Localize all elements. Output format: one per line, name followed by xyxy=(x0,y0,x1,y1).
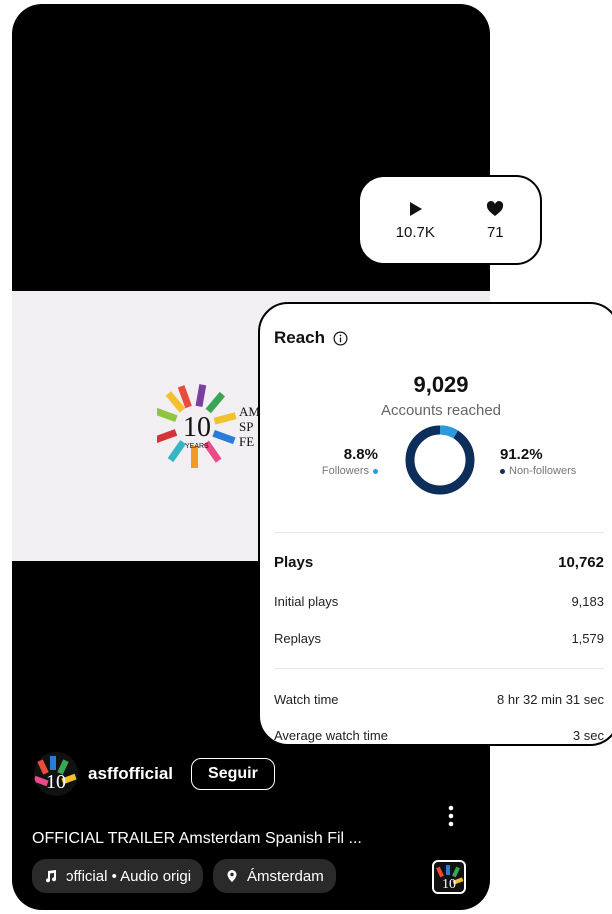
svg-text:10: 10 xyxy=(46,771,66,793)
reach-card: Reach 9,029 Accounts reached 8.8% Follow… xyxy=(258,302,612,746)
svg-text:FE: FE xyxy=(239,434,254,449)
info-icon[interactable] xyxy=(333,331,348,346)
plays-row: Plays 10,762 xyxy=(274,554,604,571)
location-pin-icon xyxy=(227,870,237,882)
watch-time-value: 8 hr 32 min 31 sec xyxy=(497,692,604,707)
author-name[interactable]: asffofficial xyxy=(88,764,173,784)
svg-text:YEARS: YEARS xyxy=(185,443,209,450)
likes-stat: 71 xyxy=(486,200,504,241)
reach-header: Reach xyxy=(274,328,348,348)
followers-legend: Followers xyxy=(322,465,378,477)
plays-label: Plays xyxy=(274,554,314,571)
reel-caption[interactable]: OFFICIAL TRAILER Amsterdam Spanish Fil .… xyxy=(32,830,362,848)
follow-button[interactable]: Seguir xyxy=(191,758,275,790)
music-note-icon xyxy=(46,870,57,883)
audio-chip-label: ɔfficial • Audio origi xyxy=(66,867,192,885)
audio-thumbnail[interactable]: 10 xyxy=(432,860,466,894)
replays-value: 1,579 xyxy=(571,631,604,646)
plays-count: 10.7K xyxy=(395,223,435,241)
divider xyxy=(274,668,604,669)
author-row: 10 asffofficial Seguir xyxy=(34,752,275,796)
author-avatar[interactable]: 10 xyxy=(34,752,78,796)
location-chip[interactable]: Ámsterdam xyxy=(213,859,336,893)
reel-chips: ɔfficial • Audio origi Ámsterdam xyxy=(32,859,336,893)
non-followers-pct: 91.2% xyxy=(500,446,543,463)
reach-donut-chart xyxy=(405,425,475,495)
followers-label: Followers xyxy=(321,465,369,477)
more-options-icon[interactable] xyxy=(446,804,456,828)
followers-pct: 8.8% xyxy=(343,446,378,463)
non-followers-segment: 91.2% Non-followers xyxy=(500,446,576,477)
initial-plays-label: Initial plays xyxy=(274,594,339,609)
play-icon xyxy=(410,201,423,216)
non-followers-dot xyxy=(500,468,505,474)
followers-segment: 8.8% Followers xyxy=(322,446,378,477)
initial-plays-row: Initial plays 9,183 xyxy=(274,594,604,609)
audio-chip[interactable]: ɔfficial • Audio origi xyxy=(32,859,204,893)
svg-text:10: 10 xyxy=(183,412,211,443)
accounts-reached-value: 9,029 xyxy=(413,372,469,397)
likes-count: 71 xyxy=(486,223,504,241)
non-followers-arc xyxy=(405,425,475,495)
watch-time-row: Watch time 8 hr 32 min 31 sec xyxy=(274,692,604,707)
divider xyxy=(274,532,604,533)
followers-dot xyxy=(373,468,378,474)
plays-stat: 10.7K xyxy=(396,200,435,241)
svg-text:SP: SP xyxy=(239,419,253,434)
replays-label: Replays xyxy=(274,631,321,646)
non-followers-label: Non-followers xyxy=(509,465,577,477)
stats-card: 10.7K 71 xyxy=(358,175,542,265)
initial-plays-value: 9,183 xyxy=(571,594,604,609)
watch-time-label: Watch time xyxy=(274,692,339,707)
accounts-reached-label: Accounts reached xyxy=(380,402,502,419)
avg-watch-time-label: Average watch time xyxy=(274,728,388,743)
svg-text:10: 10 xyxy=(442,877,456,892)
avg-watch-time-value: 3 sec xyxy=(572,728,604,743)
replays-row: Replays 1,579 xyxy=(274,631,604,646)
reach-title: Reach xyxy=(274,328,326,347)
plays-value: 10,762 xyxy=(558,554,604,571)
non-followers-legend: Non-followers xyxy=(500,465,576,477)
avg-watch-time-row: Average watch time 3 sec xyxy=(274,728,604,743)
location-chip-label: Ámsterdam xyxy=(247,867,324,885)
heart-icon xyxy=(487,200,504,216)
